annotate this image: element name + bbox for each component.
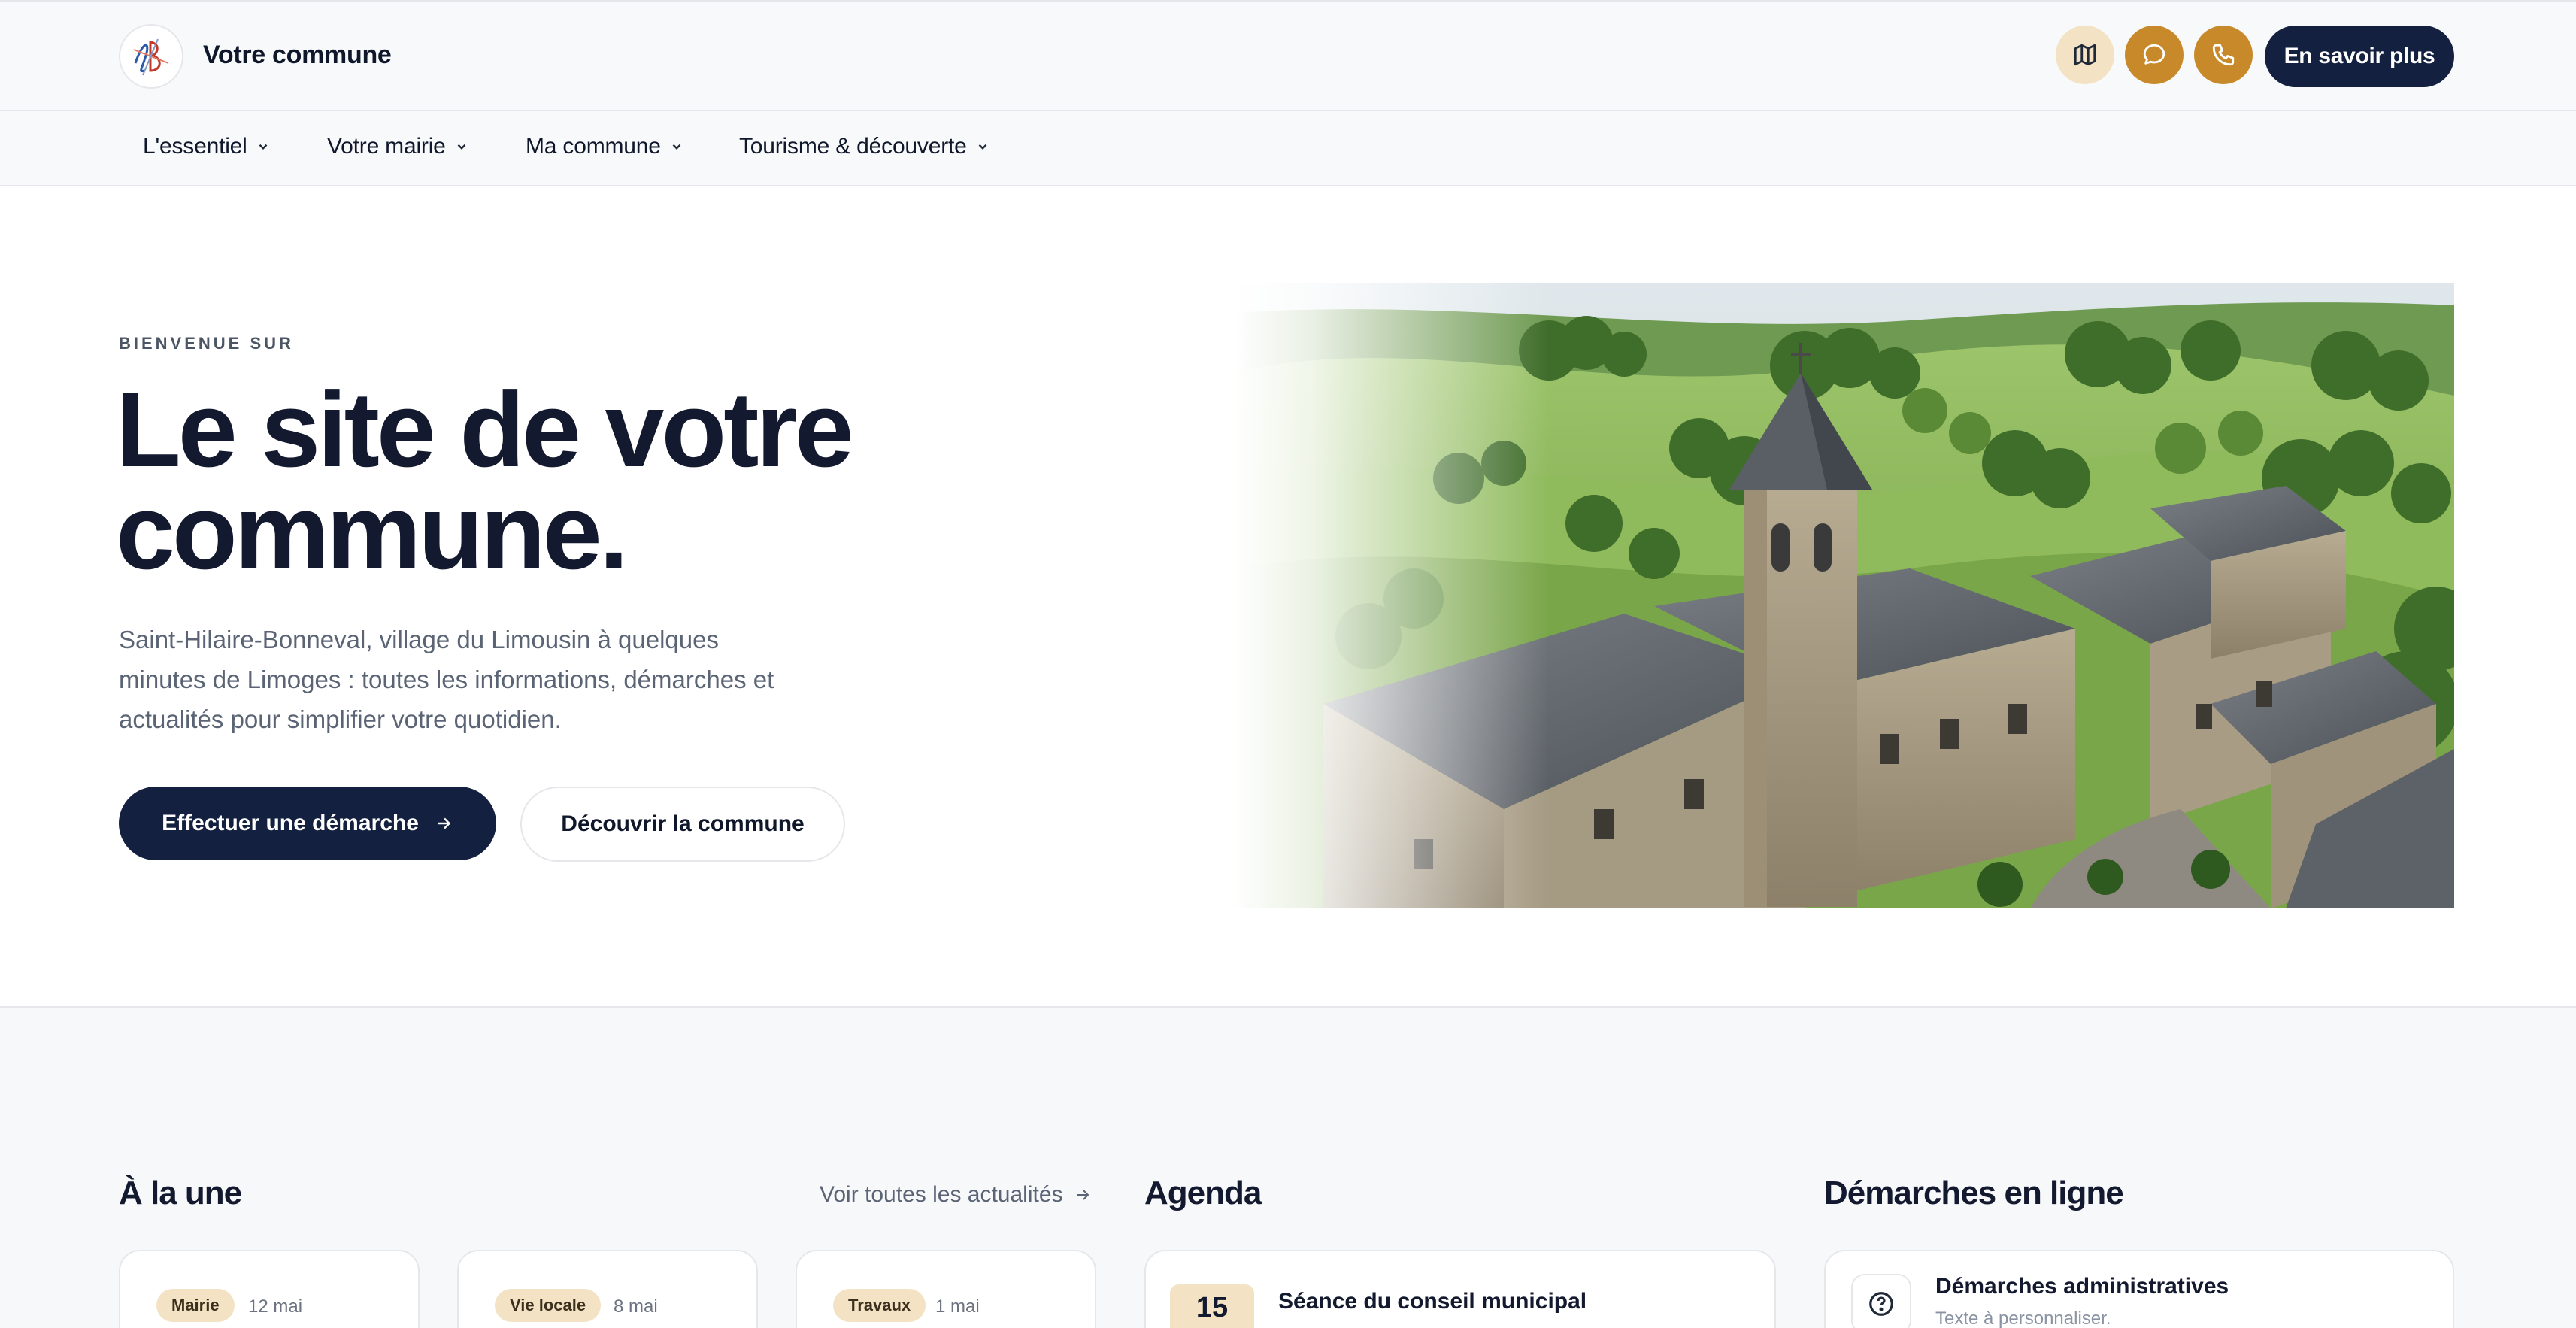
- map-button[interactable]: [2056, 26, 2114, 84]
- hero-title-line-2: commune.: [116, 472, 629, 592]
- agenda-section-title: Agenda: [1144, 1175, 1262, 1211]
- news-tag-badge: Travaux: [833, 1289, 926, 1322]
- news-card[interactable]: Mairie 12 mai: [119, 1250, 420, 1328]
- learn-more-button[interactable]: En savoir plus: [2265, 26, 2454, 87]
- logo-icon: [133, 38, 169, 76]
- nav-item-label: L'essentiel: [143, 134, 247, 159]
- see-all-news-label: Voir toutes les actualités: [820, 1182, 1063, 1207]
- main-nav: L'essentiel Votre mairie Ma commune Tour…: [0, 111, 2576, 186]
- hero-eyebrow: BIENVENUE SUR: [119, 334, 294, 353]
- nav-item-label: Votre mairie: [327, 134, 446, 159]
- agenda-event-title: Séance du conseil municipal: [1278, 1289, 1587, 1314]
- nav-item-essentiel[interactable]: L'essentiel: [143, 134, 270, 159]
- hero-description: Saint-Hilaire-Bonneval, village du Limou…: [119, 626, 774, 733]
- commune-logo[interactable]: [119, 24, 183, 89]
- chevron-down-icon: [259, 144, 267, 150]
- nav-item-label: Ma commune: [526, 134, 661, 159]
- nav-item-votre-mairie[interactable]: Votre mairie: [327, 134, 468, 159]
- demarche-card[interactable]: Démarches administratives Texte à person…: [1824, 1250, 2454, 1328]
- hero-village-photo: [1233, 283, 2454, 908]
- demarche-icon-box: [1851, 1274, 1911, 1328]
- news-tag-badge: Mairie: [156, 1289, 235, 1322]
- phone-button[interactable]: [2194, 26, 2253, 84]
- top-header: Votre commune En savoir plus: [0, 0, 2576, 111]
- agenda-event-day: 15: [1170, 1284, 1254, 1328]
- chat-button[interactable]: [2125, 26, 2184, 84]
- site-name[interactable]: Votre commune: [203, 41, 392, 70]
- chevron-down-icon: [672, 144, 681, 150]
- discover-commune-button[interactable]: Découvrir la commune: [520, 787, 845, 862]
- news-date: 1 mai: [935, 1296, 980, 1317]
- demarche-subtitle: Texte à personnaliser.: [1935, 1308, 2111, 1328]
- nav-item-ma-commune[interactable]: Ma commune: [526, 134, 683, 159]
- start-procedure-label: Effectuer une démarche: [162, 811, 419, 835]
- arrow-right-icon: [438, 817, 451, 829]
- news-card[interactable]: Vie locale 8 mai: [457, 1250, 758, 1328]
- nav-item-tourisme[interactable]: Tourisme & découverte: [739, 134, 989, 159]
- hero-image-fade: [1233, 283, 1549, 908]
- news-date: 12 mai: [248, 1296, 303, 1317]
- see-all-news-link[interactable]: Voir toutes les actualités: [820, 1182, 1092, 1208]
- hero-title: Le site de votre commune.: [116, 377, 1018, 586]
- demarche-title: Démarches administratives: [1935, 1274, 2229, 1299]
- chat-icon: [2143, 44, 2165, 65]
- help-circle-icon: [1869, 1292, 1893, 1316]
- news-card[interactable]: Travaux 1 mai: [796, 1250, 1096, 1328]
- arrow-right-icon: [1077, 1190, 1089, 1200]
- news-section-title: À la une: [119, 1175, 242, 1211]
- phone-icon: [2212, 44, 2235, 66]
- chevron-down-icon: [457, 144, 466, 150]
- demarches-section-title: Démarches en ligne: [1824, 1175, 2124, 1211]
- nav-item-label: Tourisme & découverte: [739, 134, 967, 159]
- map-icon: [2074, 44, 2096, 66]
- news-tag-badge: Vie locale: [495, 1289, 602, 1322]
- agenda-event-card[interactable]: 15 Séance du conseil municipal: [1144, 1250, 1776, 1328]
- start-procedure-button[interactable]: Effectuer une démarche: [119, 787, 496, 860]
- news-date: 8 mai: [614, 1296, 658, 1317]
- chevron-down-icon: [978, 144, 986, 150]
